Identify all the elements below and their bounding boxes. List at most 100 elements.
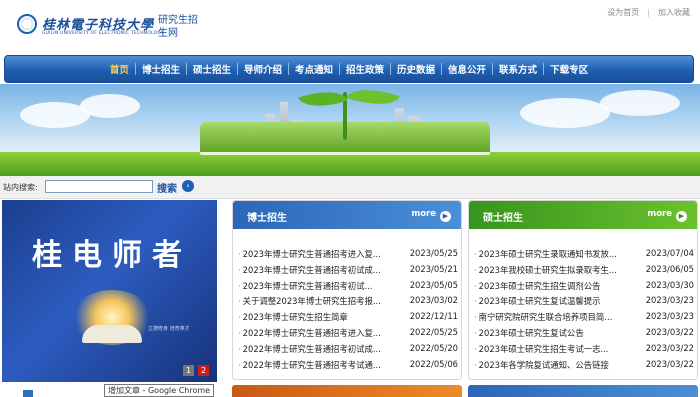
news-title-text: 2023年博士研究生招生简章 — [242, 312, 348, 323]
news-title-text: 2023年硕士研究生招生调剂公告 — [478, 280, 601, 291]
news-item[interactable]: · 2023年博士研究生普通招考进入复... 2023/05/25 — [233, 246, 461, 262]
set-homepage-link[interactable]: 设为首页 — [607, 8, 639, 17]
news-title-text: 2023年硕士研究生招生考试一志... — [478, 343, 609, 354]
nav-item[interactable]: 博士招生 — [136, 62, 186, 76]
news-date: 2023/03/30 — [645, 279, 694, 290]
more-link[interactable]: more ▶ — [647, 209, 687, 222]
news-title[interactable]: · 2023年博士研究生普通招考初试成... — [238, 264, 381, 276]
news-item[interactable]: · 2022年博士研究生普通招考进入复... 2022/05/25 — [233, 325, 461, 341]
news-title-text: 2023年硕士研究生录取通知书发放... — [478, 249, 617, 259]
more-label: more — [647, 209, 672, 219]
nav-item[interactable]: 联系方式 — [493, 62, 543, 76]
news-date: 2023/05/21 — [409, 263, 458, 274]
news-date: 2022/05/06 — [409, 358, 458, 369]
panel-title: 博士招生 — [247, 213, 287, 224]
news-title[interactable]: · 2023年博士研究生普通招考进入复... — [238, 248, 381, 260]
slideshow[interactable]: 桂电师者 立德修身 培育英才 — [2, 200, 217, 382]
news-title-text: 2023年博士研究生普通招考进入复... — [242, 249, 381, 259]
bullet-icon: · — [474, 264, 477, 275]
master-news-panel: 硕士招生 more ▶ · 2023年硕士研究生录取通知书发放... 2023/07/… — [468, 200, 698, 380]
nav-item[interactable]: 首页 — [104, 62, 135, 76]
nav-items: 首页 博士招生 硕士招生 导师介绍 考点通知 招生政策 历史数据 信息公开 联系方式 下载专区 — [5, 56, 693, 82]
news-item[interactable]: · 2023年各学院复试通知、公告链接 2023/03/22 — [469, 357, 697, 373]
news-title[interactable]: · 2023年硕士研究生招生调剂公告 — [474, 280, 601, 292]
search-label: 站内搜索: — [3, 183, 38, 192]
slide-page-1[interactable]: 1 — [183, 365, 194, 376]
news-title-text: 2023年硕士研究生复试温馨提示 — [478, 296, 601, 307]
news-item[interactable]: · 南宁研究院研究生联合培养项目简... 2023/03/23 — [469, 309, 697, 325]
search-button[interactable]: 搜索 — [157, 180, 177, 195]
news-item[interactable]: · 2023年我校硕士研究生拟录取考生... 2023/06/05 — [469, 262, 697, 278]
university-seal-icon[interactable] — [17, 14, 37, 34]
nav-item[interactable]: 导师介绍 — [238, 62, 288, 76]
news-date: 2023/05/05 — [409, 279, 458, 290]
news-item[interactable]: · 2023年硕士研究生复试公告 2023/03/22 — [469, 325, 697, 341]
news-title[interactable]: · 2023年博士研究生普通招考初试... — [238, 280, 372, 292]
nav-item[interactable]: 硕士招生 — [187, 62, 237, 76]
news-item[interactable]: · 2023年硕士研究生招生调剂公告 2023/03/30 — [469, 278, 697, 294]
nav-item[interactable]: 考点通知 — [289, 62, 339, 76]
news-title[interactable]: · 南宁研究院研究生联合培养项目简... — [474, 311, 612, 323]
more-link[interactable]: more ▶ — [411, 209, 451, 222]
news-title[interactable]: · 2023年硕士研究生录取通知书发放... — [474, 248, 617, 260]
news-title-text: 南宁研究院研究生联合培养项目简... — [478, 312, 613, 323]
phd-news-list: · 2023年博士研究生普通招考进入复... 2023/05/25 · 2023年博士研… — [233, 246, 461, 372]
news-title[interactable]: · 2023年硕士研究生复试公告 — [474, 327, 584, 339]
news-title-text: 2023年各学院复试通知、公告链接 — [478, 359, 609, 370]
sprout-leaf — [298, 84, 348, 115]
nav-item[interactable]: 信息公开 — [442, 62, 492, 76]
add-favorite-link[interactable]: 加入收藏 — [658, 8, 690, 17]
news-date: 2023/05/25 — [409, 248, 458, 258]
news-item[interactable]: · 2023年博士研究生普通招考初试成... 2023/05/21 — [233, 262, 461, 278]
news-date: 2023/03/22 — [645, 342, 694, 353]
news-title-text: 2022年博士研究生普通招考考试通... — [242, 359, 381, 370]
bullet-icon: · — [238, 359, 241, 370]
bullet-icon: · — [474, 327, 477, 338]
news-title[interactable]: · 2023年我校硕士研究生拟录取考生... — [474, 264, 617, 276]
bullet-icon: · — [238, 343, 241, 354]
slide-caption: 立德修身 培育英才 — [148, 326, 190, 332]
nav-item[interactable]: 招生政策 — [340, 62, 390, 76]
slide-page-2[interactable]: 2 — [198, 365, 209, 376]
site-subtitle: 研究生招生网 — [158, 15, 198, 39]
bullet-icon: · — [474, 249, 477, 259]
news-title[interactable]: · 2023年硕士研究生复试温馨提示 — [474, 295, 601, 307]
news-item[interactable]: · 2022年博士研究生普通招考初试成... 2022/05/20 — [233, 341, 461, 357]
news-title-text: 2023年硕士研究生复试公告 — [478, 327, 584, 338]
news-title[interactable]: · 2023年硕士研究生招生考试一志... — [474, 343, 608, 355]
panel-header: 硕士招生 more ▶ — [469, 201, 697, 229]
nav-item[interactable]: 下载专区 — [544, 62, 594, 76]
news-date: 2022/05/20 — [409, 342, 458, 353]
news-date: 2023/03/23 — [645, 311, 694, 322]
news-title[interactable]: · 2022年博士研究生普通招考考试通... — [238, 359, 381, 371]
cloud — [520, 98, 610, 128]
bullet-icon: · — [238, 264, 241, 275]
slide-title: 桂电师者 — [32, 238, 192, 273]
news-item[interactable]: · 2023年硕士研究生招生考试一志... 2023/03/22 — [469, 341, 697, 357]
news-title[interactable]: · 2023年各学院复试通知、公告链接 — [474, 359, 609, 371]
news-item[interactable]: · 2023年硕士研究生复试温馨提示 2023/03/23 — [469, 293, 697, 309]
news-title[interactable]: · 2023年博士研究生招生简章 — [238, 311, 348, 323]
news-item[interactable]: · 2023年硕士研究生录取通知书发放... 2023/07/04 — [469, 246, 697, 262]
news-title-text: 2023年博士研究生普通招考初试... — [242, 280, 373, 291]
news-title[interactable]: · 2022年博士研究生普通招考初试成... — [238, 343, 381, 355]
news-item[interactable]: · 2023年博士研究生招生简章 2022/12/11 — [233, 309, 461, 325]
search-arrow-icon[interactable]: › — [182, 180, 194, 192]
news-item[interactable]: · 2023年博士研究生普通招考初试... 2023/05/05 — [233, 278, 461, 294]
news-title-text: 2023年博士研究生普通招考初试成... — [242, 264, 381, 275]
cloud — [600, 90, 680, 116]
browser-tooltip: 增加文章 - Google Chrome — [104, 384, 215, 397]
main-nav: 首页 博士招生 硕士招生 导师介绍 考点通知 招生政策 历史数据 信息公开 联系方式 下载专区 — [4, 55, 694, 83]
news-item[interactable]: · 2022年博士研究生普通招考考试通... 2022/05/06 — [233, 357, 461, 373]
news-date: 2023/03/02 — [409, 295, 458, 306]
news-item[interactable]: · 关于调整2023年博士研究生招考报... 2023/03/02 — [233, 293, 461, 309]
news-title[interactable]: · 2022年博士研究生普通招考进入复... — [238, 327, 381, 339]
nav-item[interactable]: 历史数据 — [391, 62, 441, 76]
logo-english-name: GUILIN UNIVERSITY OF ELECTRONIC TECHNOLO… — [42, 31, 164, 36]
search-input[interactable] — [45, 180, 153, 193]
news-title[interactable]: · 关于调整2023年博士研究生招考报... — [238, 295, 381, 307]
news-date: 2023/03/23 — [645, 295, 694, 306]
master-news-list: · 2023年硕士研究生录取通知书发放... 2023/07/04 · 2023年我校硕… — [469, 246, 697, 372]
bullet-icon: · — [238, 327, 241, 338]
open-book-icon — [82, 325, 142, 343]
